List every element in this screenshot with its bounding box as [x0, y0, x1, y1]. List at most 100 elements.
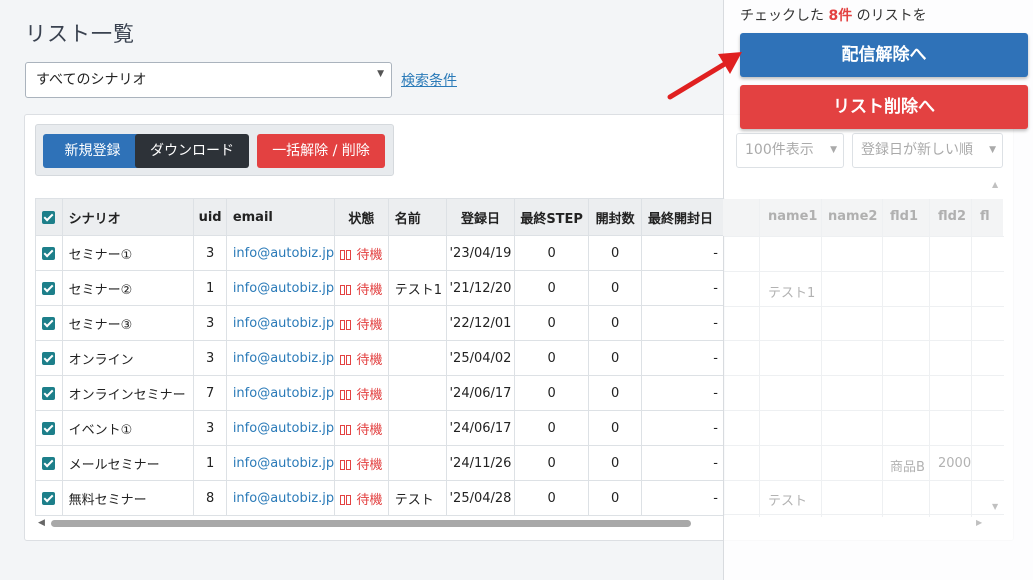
row-checkbox[interactable]	[42, 386, 56, 400]
cell-name: テスト	[387, 480, 448, 516]
cell-email[interactable]: info@autobiz.jp	[225, 410, 336, 446]
row-checkbox[interactable]	[42, 246, 56, 260]
row-checkbox-cell[interactable]	[35, 410, 63, 446]
col-header-date[interactable]: 登録日	[446, 198, 515, 236]
chevron-down-icon: ▼	[830, 145, 837, 155]
col-header-status[interactable]: 状態	[334, 198, 389, 236]
list-table: シナリオ uid email 状態 名前 登録日 最終STEP 開封数 最終開封…	[35, 198, 725, 516]
scroll-down-icon[interactable]: ▼	[992, 502, 998, 511]
cell-scenario: 無料セミナー	[61, 480, 195, 516]
horizontal-scrollbar[interactable]: ◀	[35, 516, 725, 530]
select-all-checkbox[interactable]	[42, 210, 56, 224]
table-row[interactable]: イベント① 3 info@autobiz.jp 待機 '24/06/17 0 0-	[35, 410, 725, 446]
search-conditions-link[interactable]: 検索条件	[401, 70, 457, 90]
cell-name	[387, 235, 448, 271]
row-checkbox-cell[interactable]	[35, 445, 63, 481]
scrollbar-thumb[interactable]	[51, 520, 691, 527]
col-header-opens[interactable]: 開封数	[588, 198, 643, 236]
email-link[interactable]: info@autobiz.jp	[233, 246, 334, 261]
scenario-select[interactable]: すべてのシナリオ ▼	[25, 62, 392, 98]
hidden-cell: 商品B	[890, 460, 925, 475]
cell-opens: 0	[588, 410, 643, 446]
cell-email[interactable]: info@autobiz.jp	[225, 340, 336, 376]
unsubscribe-button[interactable]: 配信解除へ	[740, 33, 1028, 77]
hidden-col-header: fld1	[890, 209, 918, 224]
sort-select[interactable]: 登録日が新しい順 ▼	[852, 133, 1003, 168]
cell-email[interactable]: info@autobiz.jp	[225, 480, 336, 516]
cell-name: テスト1	[387, 270, 448, 306]
email-link[interactable]: info@autobiz.jp	[233, 456, 334, 471]
cell-email[interactable]: info@autobiz.jp	[225, 305, 336, 341]
checked-count-text: チェックした 8件 のリストを	[740, 5, 927, 25]
select-all-checkbox-cell[interactable]	[35, 198, 63, 236]
row-checkbox-cell[interactable]	[35, 235, 63, 271]
cell-email[interactable]: info@autobiz.jp	[225, 445, 336, 481]
cell-uid: 3	[193, 235, 227, 271]
sort-value: 登録日が新しい順	[861, 142, 973, 158]
col-header-last-step[interactable]: 最終STEP	[513, 198, 590, 236]
row-checkbox-cell[interactable]	[35, 305, 63, 341]
per-page-select[interactable]: 100件表示 ▼	[736, 133, 844, 168]
cell-last-open: -	[641, 375, 725, 411]
table-row[interactable]: メールセミナー 1 info@autobiz.jp 待機 '24/11/26 0 0-	[35, 445, 725, 481]
email-link[interactable]: info@autobiz.jp	[233, 421, 334, 436]
row-checkbox[interactable]	[42, 421, 56, 435]
bulk-unsubscribe-delete-button[interactable]: 一括解除 / 削除	[257, 134, 385, 168]
email-link[interactable]: info@autobiz.jp	[233, 351, 334, 366]
cell-scenario: イベント①	[61, 410, 195, 446]
cell-date: '24/06/17	[446, 375, 515, 411]
cell-last-step: 0	[513, 305, 590, 341]
scroll-right-icon[interactable]: ▶	[976, 518, 982, 527]
delete-list-button[interactable]: リスト削除へ	[740, 85, 1028, 129]
col-header-email[interactable]: email	[225, 198, 336, 236]
cell-email[interactable]: info@autobiz.jp	[225, 270, 336, 306]
row-checkbox[interactable]	[42, 351, 56, 365]
cell-name	[387, 445, 448, 481]
email-link[interactable]: info@autobiz.jp	[233, 281, 334, 296]
cell-opens: 0	[588, 445, 643, 481]
col-header-uid[interactable]: uid	[193, 198, 227, 236]
scroll-up-icon[interactable]: ▲	[992, 180, 998, 189]
email-link[interactable]: info@autobiz.jp	[233, 316, 334, 331]
row-checkbox-cell[interactable]	[35, 480, 63, 516]
cell-email[interactable]: info@autobiz.jp	[225, 235, 336, 271]
table-row[interactable]: セミナー① 3 info@autobiz.jp 待機 '23/04/19 0 0-	[35, 235, 725, 271]
status-text: 待機	[356, 492, 383, 508]
cell-name	[387, 305, 448, 341]
row-checkbox-cell[interactable]	[35, 340, 63, 376]
col-header-last-open[interactable]: 最終開封日	[641, 198, 725, 236]
hidden-col-header: fl	[980, 209, 990, 224]
new-register-button[interactable]: 新規登録	[43, 134, 142, 168]
cell-opens: 0	[588, 340, 643, 376]
checked-suffix: のリストを	[856, 8, 927, 24]
cell-email[interactable]: info@autobiz.jp	[225, 375, 336, 411]
col-header-scenario[interactable]: シナリオ	[61, 198, 195, 236]
status-text: 待機	[356, 317, 383, 333]
table-row[interactable]: 無料セミナー 8 info@autobiz.jp 待機 テスト '25/04/28 0 0-	[35, 480, 725, 516]
page-title: リスト一覧	[25, 22, 135, 46]
status-text: 待機	[356, 422, 383, 438]
scroll-left-icon[interactable]: ◀	[38, 516, 45, 530]
table-row[interactable]: オンライン 3 info@autobiz.jp 待機 '25/04/02 0 0-	[35, 340, 725, 376]
row-checkbox[interactable]	[42, 456, 56, 470]
cell-uid: 8	[193, 480, 227, 516]
row-checkbox-cell[interactable]	[35, 375, 63, 411]
table-row[interactable]: オンラインセミナー 7 info@autobiz.jp 待機 '24/06/17 0 0-	[35, 375, 725, 411]
status-text: 待機	[356, 352, 383, 368]
col-header-name[interactable]: 名前	[387, 198, 448, 236]
table-row[interactable]: セミナー③ 3 info@autobiz.jp 待機 '22/12/01 0 0-	[35, 305, 725, 341]
list-table-wrapper: シナリオ uid email 状態 名前 登録日 最終STEP 開封数 最終開封…	[35, 198, 725, 516]
email-link[interactable]: info@autobiz.jp	[233, 386, 334, 401]
row-checkbox-cell[interactable]	[35, 270, 63, 306]
row-checkbox[interactable]	[42, 316, 56, 330]
row-checkbox[interactable]	[42, 281, 56, 295]
download-button[interactable]: ダウンロード	[135, 134, 249, 168]
cell-last-open: -	[641, 305, 725, 341]
cell-opens: 0	[588, 480, 643, 516]
cell-scenario: セミナー①	[61, 235, 195, 271]
email-link[interactable]: info@autobiz.jp	[233, 491, 334, 506]
chevron-down-icon: ▼	[989, 145, 996, 155]
table-row[interactable]: セミナー② 1 info@autobiz.jp 待機 テスト1'21/12/20 0 0-	[35, 270, 725, 306]
cell-last-open: -	[641, 410, 725, 446]
row-checkbox[interactable]	[42, 491, 56, 505]
